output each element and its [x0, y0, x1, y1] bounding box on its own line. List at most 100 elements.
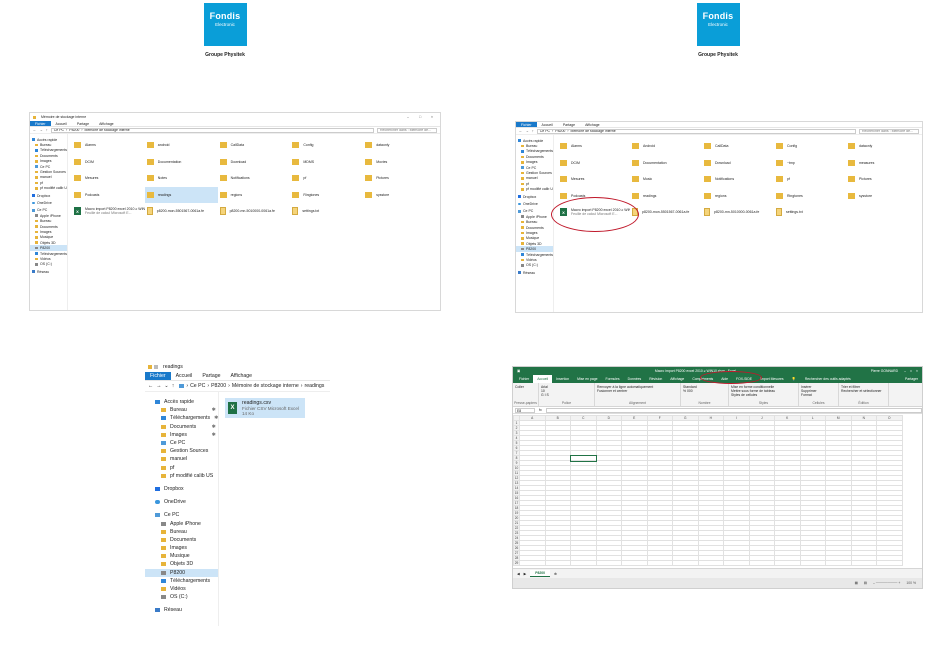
sidebar-item[interactable]: Téléchargements ✱ — [145, 414, 218, 422]
name-box[interactable]: E8 — [515, 407, 535, 413]
sidebar-item[interactable]: pf — [145, 464, 218, 472]
sidebar-item[interactable]: Ce PC — [145, 511, 218, 519]
file-item[interactable]: p8200-mn-5010000-0061a.fe — [218, 203, 291, 220]
cell[interactable] — [876, 560, 903, 566]
sidebar-item[interactable]: manuel — [145, 455, 218, 463]
maximize-icon[interactable]: □ — [910, 369, 912, 373]
back-arrow-icon[interactable]: ← — [519, 129, 523, 133]
folder-item[interactable]: CallData — [218, 137, 291, 154]
sidebar-item[interactable]: Téléchargements — [145, 577, 218, 585]
folder-item[interactable]: Documentation — [145, 154, 218, 171]
cell[interactable] — [774, 560, 801, 566]
folder-item[interactable]: Mesures — [72, 170, 145, 187]
folder-item[interactable]: Config — [774, 138, 846, 155]
sidebar-item[interactable]: Documents ✱ — [145, 423, 218, 431]
sidebar-item[interactable]: OneDrive — [145, 498, 218, 506]
folder-item[interactable]: Pictures — [363, 170, 436, 187]
back-arrow-icon[interactable]: ← — [33, 128, 37, 132]
spreadsheet-grid[interactable]: A B C D E F G H I J K L M N O 1 2 3 4 5 6 7 8 9 10 11 12 13 14 15 16 17… — [513, 415, 922, 570]
fx-icon[interactable]: fx — [539, 408, 542, 412]
path-segment[interactable]: Mémoire de stockage interne — [571, 130, 616, 133]
folder-item[interactable]: DCIM — [72, 154, 145, 171]
folder-item[interactable]: Notes — [145, 170, 218, 187]
folder-item[interactable]: Alarms — [72, 137, 145, 154]
ribbon-tab-home[interactable]: Accueil — [51, 122, 72, 126]
folder-item[interactable]: pf — [290, 170, 363, 187]
formula-input[interactable] — [545, 407, 922, 413]
folder-item[interactable]: DCIM — [558, 155, 630, 172]
ribbon-tab-file[interactable]: Fichier — [30, 121, 51, 126]
folder-item[interactable]: sysstore — [846, 188, 918, 205]
cell[interactable] — [621, 560, 648, 566]
prev-sheet-icon[interactable]: ◀ — [517, 572, 520, 576]
search-input[interactable]: Rechercher dans : Mémoire de... — [859, 128, 919, 134]
cell[interactable] — [595, 560, 622, 566]
sidebar-item[interactable]: OS (C:) — [30, 262, 67, 267]
folder-item[interactable]: Movies — [363, 154, 436, 171]
excel-tab[interactable]: Partager — [901, 375, 922, 383]
file-item[interactable]: settings.txt — [774, 204, 846, 221]
maximize-icon[interactable]: □ — [415, 115, 425, 119]
ribbon-tab-share[interactable]: Partage — [558, 123, 580, 127]
search-input[interactable]: Rechercher dans : Mémoire de... — [377, 127, 437, 133]
path-segment[interactable]: Ce PC — [540, 130, 550, 133]
folder-item[interactable]: android — [145, 137, 218, 154]
excel-tab[interactable]: Révision — [645, 375, 666, 383]
user-name[interactable]: Pierre GONNARD — [871, 369, 898, 373]
ribbon-tab-home[interactable]: Accueil — [537, 123, 558, 127]
folder-item[interactable]: sysstore — [363, 187, 436, 204]
folder-item[interactable]: Documentation — [630, 155, 702, 172]
folder-item[interactable]: dataonly — [846, 138, 918, 155]
path-segment[interactable]: Mémoire de stockage interne — [232, 383, 299, 389]
sidebar-item[interactable]: OneDrive — [516, 201, 553, 206]
sidebar-item[interactable]: Bureau ✱ — [145, 406, 218, 414]
ribbon-tab-view[interactable]: Affichage — [580, 123, 605, 127]
folder-item[interactable]: Notifications — [702, 171, 774, 188]
file-item[interactable]: p8200-mon-5501567-0061a.fe — [630, 204, 702, 221]
address-bar[interactable]: Ce PC › P8200 › Mémoire de stockage intern… — [536, 128, 856, 134]
sidebar-item[interactable]: Apple iPhone — [145, 519, 218, 527]
folder-item[interactable]: Download — [702, 155, 774, 172]
sidebar-item[interactable]: Accès rapide — [145, 398, 218, 406]
file-item[interactable]: p8200-mon-5501567-0061a.fe — [145, 203, 218, 220]
next-sheet-icon[interactable]: ▶ — [524, 572, 527, 576]
excel-tab[interactable]: Insertion — [552, 375, 573, 383]
sidebar-item[interactable]: pf modifié calib US — [145, 472, 218, 480]
sidebar-item[interactable]: Vidéos — [145, 585, 218, 593]
cell[interactable] — [825, 560, 852, 566]
ribbon-tab-file[interactable]: Fichier — [145, 372, 171, 380]
cell[interactable] — [697, 560, 724, 566]
file-item[interactable]: p8200-mn-5010000-0061a.fe — [702, 204, 774, 221]
folder-item[interactable]: dataonly — [363, 137, 436, 154]
path-segment[interactable]: readings — [304, 383, 324, 389]
close-icon[interactable]: × — [916, 369, 918, 373]
sidebar-item[interactable]: OneDrive — [30, 200, 67, 205]
normal-view-icon[interactable]: ▦ — [855, 581, 858, 585]
ribbon-command[interactable]: G I S — [541, 393, 592, 397]
ribbon-tab-share[interactable]: Partage — [197, 373, 225, 379]
folder-item[interactable]: measures — [846, 155, 918, 172]
sidebar-item[interactable]: P8200 — [145, 568, 218, 577]
close-icon[interactable]: × — [427, 115, 437, 119]
folder-item[interactable]: Pictures — [846, 171, 918, 188]
page-layout-icon[interactable]: ▤ — [864, 581, 867, 585]
folder-item[interactable]: CallData — [702, 138, 774, 155]
folder-item[interactable]: Podcasts — [72, 187, 145, 204]
sidebar-item[interactable]: OS (C:) — [145, 593, 218, 601]
sidebar-item[interactable]: Dropbox — [30, 193, 67, 198]
address-bar[interactable]: Ce PC › P8200 › Mémoire de stockage intern… — [50, 127, 374, 133]
sidebar-item[interactable]: Objets 3D — [145, 560, 218, 568]
sidebar-item[interactable]: Images — [145, 544, 218, 552]
excel-tab[interactable]: Données — [624, 375, 646, 383]
sidebar-item[interactable]: Bureau — [145, 528, 218, 536]
sidebar-item[interactable]: Images ✱ — [145, 431, 218, 439]
ribbon-command[interactable]: % 000 — [683, 389, 726, 393]
ribbon-command[interactable]: Coller — [515, 385, 536, 389]
folder-item[interactable]: regions — [218, 187, 291, 204]
folder-item[interactable]: Alarms — [558, 138, 630, 155]
file-item[interactable]: X Macro import P8200 excel 2010 ≥ WIN10.x… — [72, 203, 145, 220]
up-arrow-icon[interactable]: ↑ — [46, 128, 48, 132]
cell[interactable] — [850, 560, 877, 566]
cell[interactable] — [646, 560, 673, 566]
excel-tab[interactable]: Formules — [602, 375, 624, 383]
